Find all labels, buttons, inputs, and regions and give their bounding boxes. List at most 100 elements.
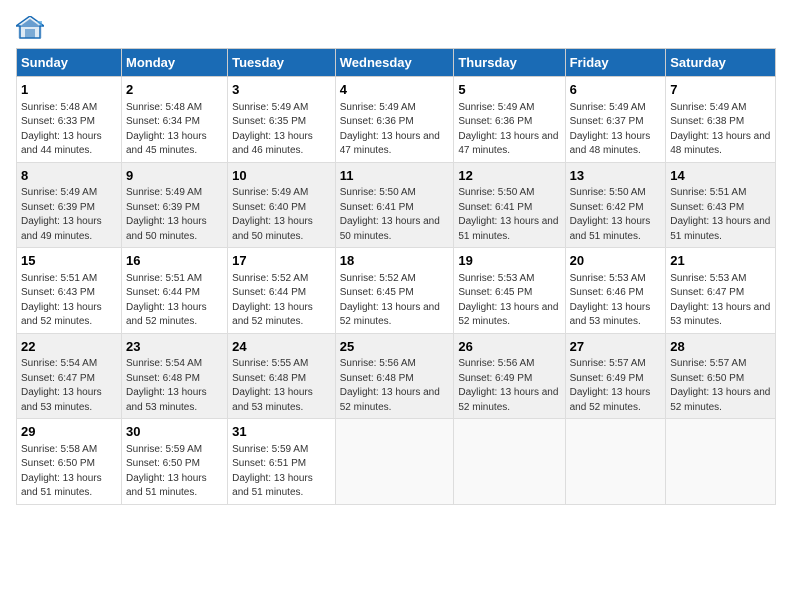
day-number: 16 (126, 252, 223, 270)
day-number: 2 (126, 81, 223, 99)
calendar-cell: 6 Sunrise: 5:49 AMSunset: 6:37 PMDaylight… (565, 77, 666, 163)
day-number: 6 (570, 81, 662, 99)
header-day: Sunday (17, 49, 122, 77)
calendar-cell: 21Sunrise: 5:53 AMSunset: 6:47 PMDayligh… (666, 248, 776, 334)
header-day: Saturday (666, 49, 776, 77)
calendar-cell (335, 419, 454, 505)
day-number: 22 (21, 338, 117, 356)
day-info: Sunrise: 5:59 AMSunset: 6:51 PMDaylight:… (232, 444, 313, 499)
day-info: Sunrise: 5:56 AMSunset: 6:49 PMDaylight:… (458, 358, 558, 413)
calendar-cell: 7 Sunrise: 5:49 AMSunset: 6:38 PMDaylight… (666, 77, 776, 163)
day-info: Sunrise: 5:54 AMSunset: 6:47 PMDaylight:… (21, 358, 102, 413)
calendar-week-row: 29Sunrise: 5:58 AMSunset: 6:50 PMDayligh… (17, 419, 776, 505)
day-info: Sunrise: 5:49 AMSunset: 6:39 PMDaylight:… (21, 187, 102, 242)
calendar-cell: 4Sunrise: 5:49 AMSunset: 6:36 PMDaylight… (335, 77, 454, 163)
day-info: Sunrise: 5:53 AMSunset: 6:46 PMDaylight:… (570, 273, 651, 328)
header-day: Friday (565, 49, 666, 77)
day-info: Sunrise: 5:52 AMSunset: 6:45 PMDaylight:… (340, 273, 440, 328)
day-info: Sunrise: 5:51 AMSunset: 6:43 PMDaylight:… (670, 187, 770, 242)
day-info: Sunrise: 5:49 AMSunset: 6:38 PMDaylight:… (670, 102, 770, 157)
day-number: 11 (340, 167, 450, 185)
calendar-cell (666, 419, 776, 505)
calendar-table: SundayMondayTuesdayWednesdayThursdayFrid… (16, 48, 776, 505)
day-info: Sunrise: 5:50 AMSunset: 6:42 PMDaylight:… (570, 187, 651, 242)
day-number: 1 (21, 81, 117, 99)
calendar-cell: 23 Sunrise: 5:54 AMSunset: 6:48 PMDayligh… (121, 333, 227, 419)
calendar-cell: 25 Sunrise: 5:56 AMSunset: 6:48 PMDayligh… (335, 333, 454, 419)
calendar-week-row: 15 Sunrise: 5:51 AMSunset: 6:43 PMDayligh… (17, 248, 776, 334)
day-number: 30 (126, 423, 223, 441)
day-number: 23 (126, 338, 223, 356)
day-number: 10 (232, 167, 331, 185)
calendar-cell: 29Sunrise: 5:58 AMSunset: 6:50 PMDayligh… (17, 419, 122, 505)
header-day: Tuesday (228, 49, 336, 77)
day-info: Sunrise: 5:49 AMSunset: 6:40 PMDaylight:… (232, 187, 313, 242)
day-info: Sunrise: 5:57 AMSunset: 6:50 PMDaylight:… (670, 358, 770, 413)
day-number: 14 (670, 167, 771, 185)
calendar-cell: 14 Sunrise: 5:51 AMSunset: 6:43 PMDayligh… (666, 162, 776, 248)
calendar-week-row: 22 Sunrise: 5:54 AMSunset: 6:47 PMDayligh… (17, 333, 776, 419)
day-number: 25 (340, 338, 450, 356)
calendar-week-row: 8 Sunrise: 5:49 AMSunset: 6:39 PMDaylight… (17, 162, 776, 248)
header-row: SundayMondayTuesdayWednesdayThursdayFrid… (17, 49, 776, 77)
calendar-cell: 28Sunrise: 5:57 AMSunset: 6:50 PMDayligh… (666, 333, 776, 419)
day-info: Sunrise: 5:59 AMSunset: 6:50 PMDaylight:… (126, 444, 207, 499)
logo-icon (16, 16, 44, 40)
day-info: Sunrise: 5:54 AMSunset: 6:48 PMDaylight:… (126, 358, 207, 413)
day-number: 31 (232, 423, 331, 441)
day-number: 13 (570, 167, 662, 185)
calendar-cell: 2 Sunrise: 5:48 AMSunset: 6:34 PMDaylight… (121, 77, 227, 163)
calendar-cell: 30 Sunrise: 5:59 AMSunset: 6:50 PMDayligh… (121, 419, 227, 505)
day-number: 20 (570, 252, 662, 270)
calendar-cell (565, 419, 666, 505)
calendar-cell: 18 Sunrise: 5:52 AMSunset: 6:45 PMDayligh… (335, 248, 454, 334)
day-number: 12 (458, 167, 560, 185)
calendar-cell: 27 Sunrise: 5:57 AMSunset: 6:49 PMDayligh… (565, 333, 666, 419)
day-number: 19 (458, 252, 560, 270)
calendar-cell: 20 Sunrise: 5:53 AMSunset: 6:46 PMDayligh… (565, 248, 666, 334)
day-info: Sunrise: 5:52 AMSunset: 6:44 PMDaylight:… (232, 273, 313, 328)
header-day: Thursday (454, 49, 565, 77)
day-number: 9 (126, 167, 223, 185)
calendar-cell (454, 419, 565, 505)
day-info: Sunrise: 5:49 AMSunset: 6:35 PMDaylight:… (232, 102, 313, 157)
calendar-cell: 22 Sunrise: 5:54 AMSunset: 6:47 PMDayligh… (17, 333, 122, 419)
calendar-cell: 8 Sunrise: 5:49 AMSunset: 6:39 PMDaylight… (17, 162, 122, 248)
calendar-cell: 1Sunrise: 5:48 AMSunset: 6:33 PMDaylight… (17, 77, 122, 163)
day-info: Sunrise: 5:48 AMSunset: 6:34 PMDaylight:… (126, 102, 207, 157)
day-number: 3 (232, 81, 331, 99)
day-info: Sunrise: 5:58 AMSunset: 6:50 PMDaylight:… (21, 444, 102, 499)
calendar-cell: 17Sunrise: 5:52 AMSunset: 6:44 PMDayligh… (228, 248, 336, 334)
day-info: Sunrise: 5:51 AMSunset: 6:43 PMDaylight:… (21, 273, 102, 328)
calendar-cell: 24Sunrise: 5:55 AMSunset: 6:48 PMDayligh… (228, 333, 336, 419)
day-info: Sunrise: 5:51 AMSunset: 6:44 PMDaylight:… (126, 273, 207, 328)
day-info: Sunrise: 5:53 AMSunset: 6:47 PMDaylight:… (670, 273, 770, 328)
day-number: 18 (340, 252, 450, 270)
day-number: 15 (21, 252, 117, 270)
day-number: 7 (670, 81, 771, 99)
day-info: Sunrise: 5:49 AMSunset: 6:36 PMDaylight:… (458, 102, 558, 157)
day-info: Sunrise: 5:53 AMSunset: 6:45 PMDaylight:… (458, 273, 558, 328)
day-info: Sunrise: 5:49 AMSunset: 6:39 PMDaylight:… (126, 187, 207, 242)
day-number: 27 (570, 338, 662, 356)
day-number: 5 (458, 81, 560, 99)
calendar-cell: 9 Sunrise: 5:49 AMSunset: 6:39 PMDaylight… (121, 162, 227, 248)
calendar-cell: 31 Sunrise: 5:59 AMSunset: 6:51 PMDayligh… (228, 419, 336, 505)
header-day: Monday (121, 49, 227, 77)
header-day: Wednesday (335, 49, 454, 77)
day-info: Sunrise: 5:55 AMSunset: 6:48 PMDaylight:… (232, 358, 313, 413)
calendar-cell: 3 Sunrise: 5:49 AMSunset: 6:35 PMDaylight… (228, 77, 336, 163)
page-header (16, 16, 776, 40)
calendar-cell: 11 Sunrise: 5:50 AMSunset: 6:41 PMDayligh… (335, 162, 454, 248)
calendar-cell: 26Sunrise: 5:56 AMSunset: 6:49 PMDayligh… (454, 333, 565, 419)
day-number: 8 (21, 167, 117, 185)
calendar-cell: 5 Sunrise: 5:49 AMSunset: 6:36 PMDaylight… (454, 77, 565, 163)
day-info: Sunrise: 5:49 AMSunset: 6:37 PMDaylight:… (570, 102, 651, 157)
day-info: Sunrise: 5:56 AMSunset: 6:48 PMDaylight:… (340, 358, 440, 413)
logo (16, 16, 48, 40)
day-info: Sunrise: 5:57 AMSunset: 6:49 PMDaylight:… (570, 358, 651, 413)
day-info: Sunrise: 5:50 AMSunset: 6:41 PMDaylight:… (340, 187, 440, 242)
calendar-cell: 13 Sunrise: 5:50 AMSunset: 6:42 PMDayligh… (565, 162, 666, 248)
calendar-cell: 15 Sunrise: 5:51 AMSunset: 6:43 PMDayligh… (17, 248, 122, 334)
calendar-cell: 12Sunrise: 5:50 AMSunset: 6:41 PMDayligh… (454, 162, 565, 248)
